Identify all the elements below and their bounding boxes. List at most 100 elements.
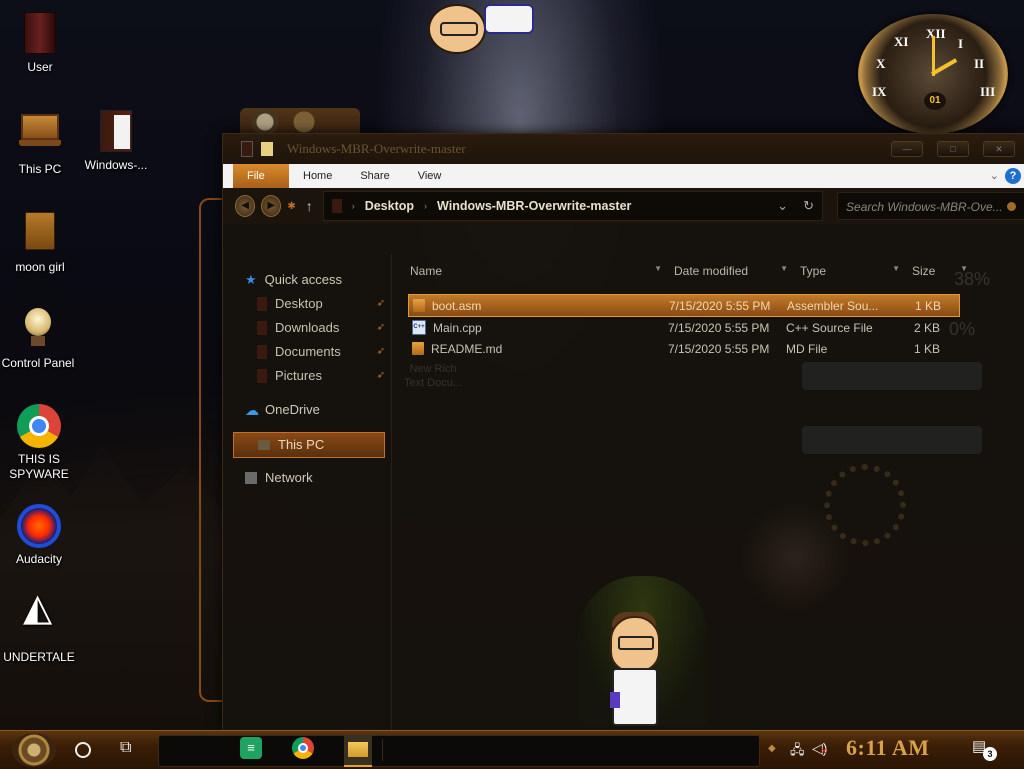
folder-icon bbox=[241, 141, 253, 157]
tab-view[interactable]: View bbox=[404, 164, 456, 188]
file-size: 1 KB bbox=[913, 341, 940, 356]
chevron-down-icon[interactable]: ▼ bbox=[892, 264, 900, 273]
audacity-icon bbox=[17, 504, 61, 548]
desktop-icon-label: Control Panel bbox=[1, 356, 75, 370]
desktop-icon-control-panel[interactable]: Control Panel bbox=[0, 306, 76, 371]
column-label: Date modified bbox=[674, 264, 749, 278]
desktop-icon-user[interactable]: User bbox=[2, 10, 78, 75]
up-arrow-icon[interactable]: ↑ bbox=[306, 198, 313, 214]
desktop-icon-label: Audacity bbox=[15, 552, 63, 566]
pin-icon: ➶ bbox=[376, 298, 385, 309]
file-date: 7/15/2020 5:55 PM bbox=[669, 298, 771, 313]
file-row-main-cpp[interactable]: C++ Main.cpp 7/15/2020 5:55 PM C++ Source… bbox=[408, 317, 958, 338]
sheets-app-icon[interactable]: ≡ bbox=[240, 737, 262, 759]
pin-icon: ➶ bbox=[376, 322, 385, 333]
cortana-icon[interactable] bbox=[75, 742, 91, 758]
search-placeholder: Search Windows-MBR-Ove... bbox=[846, 200, 1003, 214]
this-pc-icon bbox=[18, 114, 62, 158]
chevron-right-icon[interactable]: › bbox=[352, 201, 355, 211]
file-icon bbox=[413, 299, 425, 312]
address-bar[interactable]: › Desktop › Windows-MBR-Overwrite-master… bbox=[322, 191, 824, 221]
tab-share[interactable]: Share bbox=[346, 164, 403, 188]
volume-muted-icon[interactable]: ◁) ✕ bbox=[812, 740, 828, 757]
file-row-boot-asm[interactable]: boot.asm 7/15/2020 5:55 PM Assembler Sou… bbox=[408, 294, 960, 317]
sidebar-item-quick-access[interactable]: ★ Quick access bbox=[223, 268, 391, 292]
sidebar-item-this-pc[interactable]: This PC bbox=[233, 432, 385, 458]
network-icon[interactable]: 🖧 bbox=[790, 741, 805, 763]
file-explorer-app-icon[interactable] bbox=[344, 735, 372, 767]
desktop-icon-label: THIS IS SPYWARE bbox=[9, 452, 69, 481]
desktop-icon-this-pc[interactable]: This PC bbox=[2, 108, 78, 177]
steampunk-frame bbox=[199, 198, 223, 702]
cartoon-character-bottom bbox=[606, 612, 662, 726]
desktop-icon-label: This PC bbox=[18, 162, 62, 176]
folder-book-icon bbox=[18, 12, 62, 56]
taskbar-clock[interactable]: 6:11 AM bbox=[846, 735, 948, 761]
tab-file[interactable]: File bbox=[233, 164, 289, 188]
sidebar-item-label: This PC bbox=[278, 437, 325, 452]
desktop-icon-moon-girl[interactable]: moon girl bbox=[2, 208, 78, 275]
minimize-button[interactable]: — bbox=[891, 141, 923, 157]
folder-icon bbox=[94, 110, 138, 154]
start-button[interactable] bbox=[12, 733, 56, 767]
file-name: README.md bbox=[431, 341, 503, 356]
chevron-down-icon[interactable]: ▼ bbox=[654, 264, 662, 273]
sidebar-item-downloads[interactable]: Downloads ➶ bbox=[223, 316, 391, 340]
file-name: boot.asm bbox=[432, 298, 482, 313]
lightbulb-icon bbox=[16, 308, 60, 352]
ribbon: File Home Share View ⌄ ? bbox=[223, 164, 1024, 188]
notifications-icon[interactable]: ▤ 3 bbox=[972, 737, 997, 761]
file-list-pane: Name ▼ Date modified ▼ Type ▼ Size ▼ boot.as… bbox=[392, 254, 1024, 731]
close-button[interactable]: ✕ bbox=[983, 141, 1015, 157]
recent-locations-icon[interactable]: ✱ bbox=[287, 201, 295, 212]
sidebar-item-desktop[interactable]: Desktop ➶ bbox=[223, 292, 391, 316]
chevron-down-icon[interactable]: ⌄ bbox=[777, 198, 788, 214]
sidebar-item-documents[interactable]: Documents ➶ bbox=[223, 340, 391, 364]
computer-icon bbox=[258, 440, 270, 450]
ghost-percent-2: 0% bbox=[948, 319, 975, 339]
back-button[interactable]: ◀ bbox=[235, 195, 256, 217]
properties-icon[interactable] bbox=[261, 142, 273, 156]
forward-button[interactable]: ▶ bbox=[261, 195, 282, 217]
desktop-icon-chrome[interactable]: THIS IS SPYWARE bbox=[1, 404, 77, 482]
column-label: Name bbox=[410, 264, 443, 278]
task-view-icon[interactable]: ⧉ bbox=[120, 739, 131, 757]
breadcrumb-desktop[interactable]: Desktop bbox=[365, 199, 414, 213]
chevron-down-icon[interactable]: ⌄ bbox=[990, 169, 999, 182]
search-icon bbox=[1007, 202, 1016, 211]
desktop-icon-undertale[interactable]: UNDERTALE bbox=[1, 600, 77, 665]
show-hidden-icons-icon[interactable]: ◆ bbox=[768, 743, 776, 754]
column-label: Size bbox=[912, 264, 936, 278]
breadcrumb-current-folder[interactable]: Windows-MBR-Overwrite-master bbox=[437, 199, 631, 213]
column-header-name[interactable]: Name ▼ bbox=[392, 264, 666, 278]
desktop-icon-audacity[interactable]: Audacity bbox=[1, 504, 77, 567]
clock-numeral: III bbox=[980, 84, 996, 99]
chrome-app-icon[interactable] bbox=[292, 737, 314, 759]
file-type: C++ Source File bbox=[786, 320, 873, 335]
chevron-down-icon[interactable]: ▼ bbox=[780, 264, 788, 273]
sidebar-item-pictures[interactable]: Pictures ➶ bbox=[223, 364, 391, 388]
desktop-icon-windows-folder[interactable]: Windows-... bbox=[78, 108, 154, 173]
file-row-readme-md[interactable]: README.md 7/15/2020 5:55 PM MD File 1 KB bbox=[408, 338, 958, 359]
ghost-gauge-bar bbox=[802, 426, 982, 454]
folder-icon bbox=[257, 369, 267, 383]
maximize-button[interactable]: □ bbox=[937, 141, 969, 157]
file-size: 1 KB bbox=[914, 298, 941, 313]
sidebar-item-onedrive[interactable]: ☁ OneDrive bbox=[223, 398, 391, 422]
notification-count-badge: 3 bbox=[983, 747, 997, 761]
star-icon: ★ bbox=[245, 272, 257, 287]
sidebar-item-network[interactable]: Network bbox=[223, 466, 391, 490]
ghost-desktop-icon-label: New Rich Text Docu... bbox=[403, 363, 463, 389]
search-input[interactable]: Search Windows-MBR-Ove... bbox=[837, 192, 1024, 220]
chevron-right-icon[interactable]: › bbox=[424, 201, 427, 211]
column-header-type[interactable]: Type ▼ bbox=[792, 264, 904, 278]
window-titlebar[interactable]: Windows-MBR-Overwrite-master — □ ✕ bbox=[223, 134, 1024, 164]
bag-icon bbox=[18, 212, 62, 256]
desktop-icon-label: Windows-... bbox=[84, 158, 148, 172]
refresh-icon[interactable]: ↻ bbox=[803, 198, 814, 214]
column-header-date[interactable]: Date modified ▼ bbox=[666, 264, 792, 278]
help-icon[interactable]: ? bbox=[1005, 168, 1021, 184]
tab-home[interactable]: Home bbox=[289, 164, 346, 188]
desktop-icon-label: moon girl bbox=[15, 260, 65, 274]
file-date: 7/15/2020 5:55 PM bbox=[668, 320, 770, 335]
